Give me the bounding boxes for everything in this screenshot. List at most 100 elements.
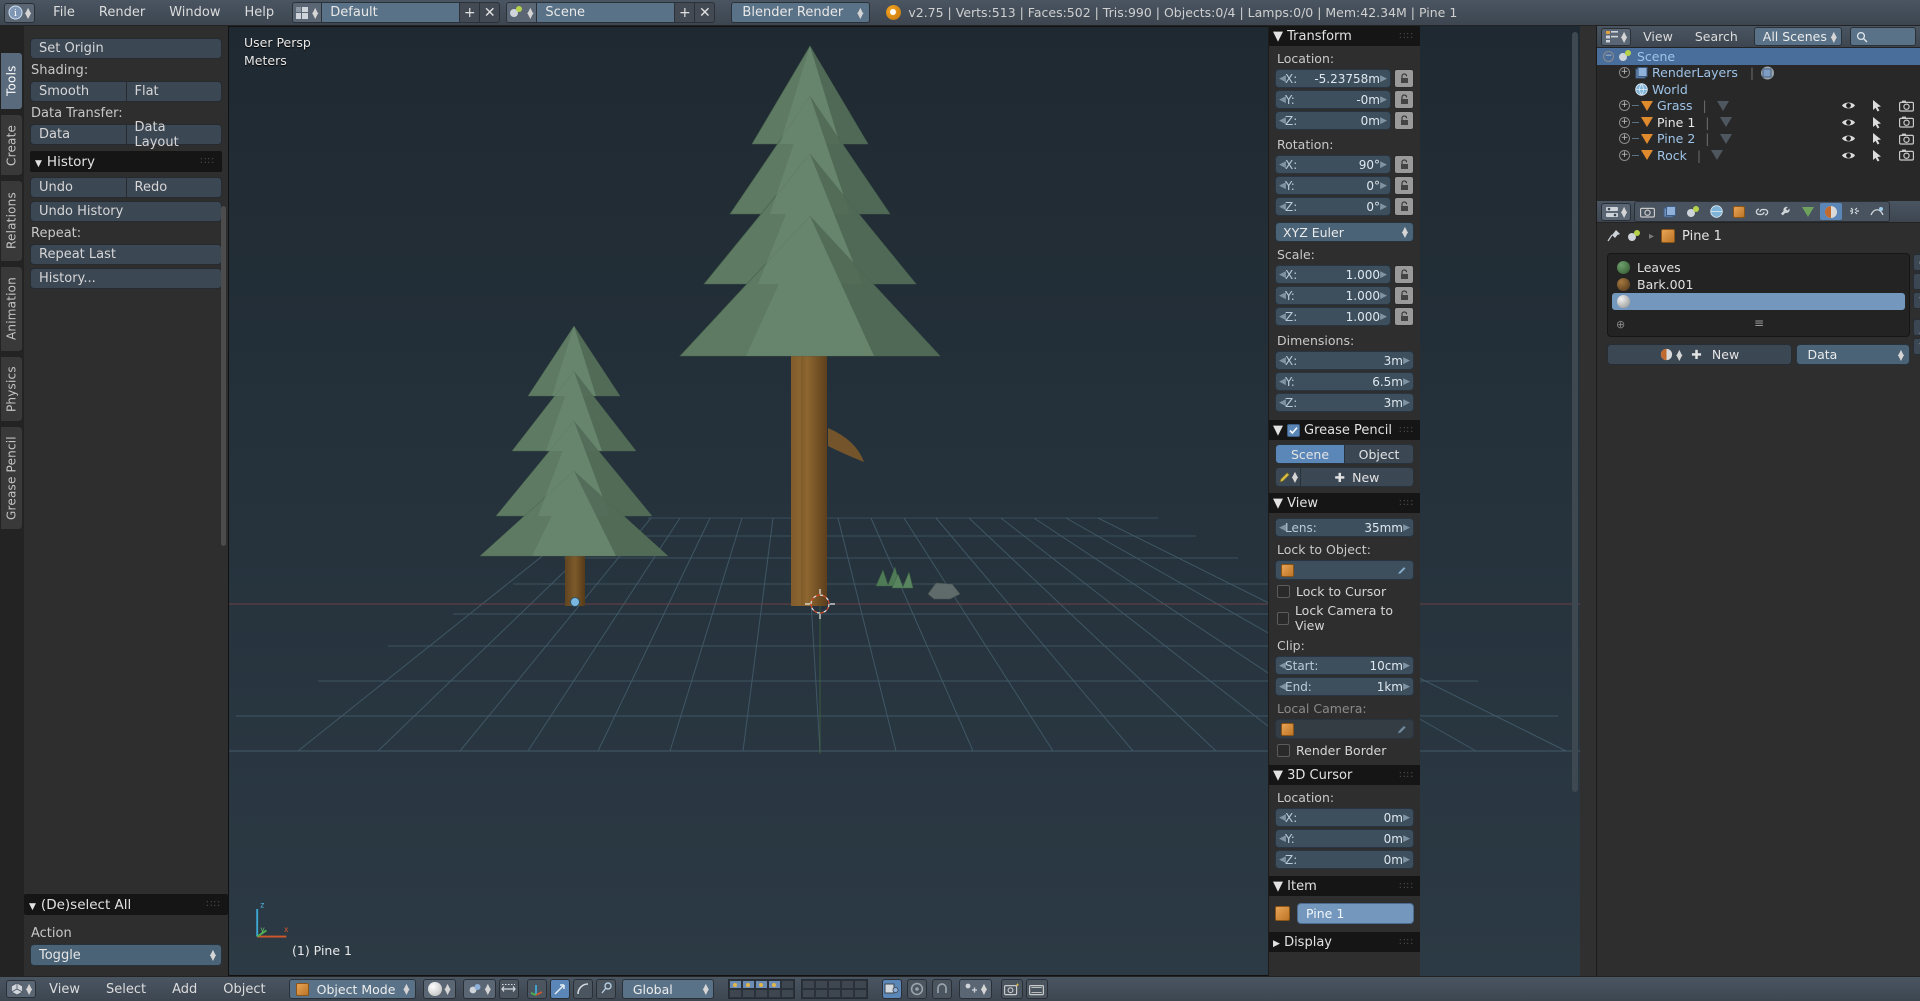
add-slot-small-icon[interactable]: ⊕	[1616, 318, 1625, 331]
increment-arrow-icon[interactable]: ▶	[1380, 160, 1387, 170]
undo-history-button[interactable]: Undo History	[30, 201, 222, 222]
lock-to-cursor-checkbox[interactable]	[1277, 585, 1290, 598]
decrement-arrow-icon[interactable]: ◀	[1279, 523, 1286, 533]
screen-layout-name[interactable]: Default	[322, 2, 461, 23]
layer-13[interactable]	[754, 989, 768, 998]
material-slot-empty[interactable]	[1612, 293, 1905, 310]
layers-group-bottom[interactable]	[800, 979, 868, 999]
tab-object[interactable]	[1728, 203, 1750, 220]
camera-icon[interactable]	[1899, 133, 1914, 145]
viewport-menu-select[interactable]: Select	[93, 980, 159, 999]
interaction-mode-dropdown[interactable]: Object Mode ▲ ▼	[288, 979, 416, 999]
lock-to-cursor-row[interactable]: Lock to Cursor	[1277, 584, 1414, 599]
outliner-row-renderlayers[interactable]: + RenderLayers |	[1597, 65, 1920, 82]
lock-location-y-button[interactable]	[1394, 90, 1414, 109]
snap-element-dropdown[interactable]: ▲ ▼	[958, 979, 993, 999]
expand-icon[interactable]: +	[1619, 133, 1630, 145]
layer-9[interactable]	[840, 980, 854, 989]
cursor-y-field[interactable]: ◀ Y: 0m ▶	[1275, 829, 1414, 848]
move-slot-up-button[interactable]: ▲	[1913, 319, 1920, 336]
render-border-checkbox[interactable]	[1277, 744, 1290, 757]
delete-scene-button[interactable]: ✕	[695, 2, 716, 23]
outliner-display-mode-dropdown[interactable]: All Scenes ▲ ▼	[1753, 27, 1842, 46]
shade-smooth-button[interactable]: Smooth	[30, 81, 127, 102]
eyedropper-icon[interactable]	[1396, 723, 1408, 735]
layer-6[interactable]	[801, 980, 815, 989]
decrement-arrow-icon[interactable]: ◀	[1279, 312, 1286, 322]
rotation-y-field[interactable]: ◀ Y: 0° ▶	[1275, 176, 1391, 195]
expand-icon[interactable]: +	[1619, 100, 1630, 112]
item-panel-header[interactable]: ▼ Item ∷∷	[1269, 876, 1420, 896]
decrement-arrow-icon[interactable]: ◀	[1279, 813, 1286, 823]
resize-grip-icon[interactable]: ≡	[1754, 316, 1764, 330]
outliner-row-scene[interactable]: − Scene	[1597, 48, 1920, 65]
data-layout-button[interactable]: Data Layout	[126, 120, 222, 150]
layer-15[interactable]	[780, 989, 794, 998]
decrement-arrow-icon[interactable]: ◀	[1279, 116, 1286, 126]
lens-field[interactable]: ◀ Lens: 35mm ▶	[1275, 518, 1414, 537]
gp-object-toggle[interactable]: Object	[1345, 444, 1414, 464]
increment-arrow-icon[interactable]: ▶	[1380, 74, 1387, 84]
menu-help[interactable]: Help	[232, 3, 286, 22]
proportional-edit-object-button[interactable]	[881, 979, 902, 999]
tab-constraints[interactable]	[1751, 203, 1773, 220]
layer-8[interactable]	[827, 980, 841, 989]
tab-render-layers[interactable]	[1659, 203, 1681, 220]
redo-button[interactable]: Redo	[126, 177, 222, 198]
pivot-point-dropdown[interactable]: ▲ ▼	[462, 979, 496, 999]
action-dropdown[interactable]: Toggle ▲ ▼	[30, 944, 222, 966]
move-slot-down-button[interactable]: ▼	[1913, 338, 1920, 355]
viewport-region[interactable]: User Persp Meters z y x (1) Pine 1 ▼ Tra…	[228, 26, 1580, 976]
outliner-row-pine-2[interactable]: + Pine 2 |	[1597, 131, 1920, 148]
decrement-arrow-icon[interactable]: ◀	[1279, 834, 1286, 844]
cursor-arrow-icon[interactable]	[1872, 99, 1883, 112]
clip-end-field[interactable]: ◀ End: 1km ▶	[1275, 677, 1414, 696]
outliner-row-world[interactable]: World	[1597, 81, 1920, 98]
manipulator-toggle-button[interactable]	[498, 979, 519, 999]
outliner-search-input[interactable]	[1849, 27, 1916, 46]
outliner-row-grass[interactable]: + Grass |	[1597, 98, 1920, 115]
opengl-render-animation-button[interactable]	[1026, 979, 1049, 999]
lock-scale-y-button[interactable]	[1394, 286, 1414, 305]
add-scene-button[interactable]: +	[675, 2, 696, 23]
expand-icon[interactable]: +	[1619, 149, 1630, 161]
tab-particles[interactable]	[1843, 203, 1865, 220]
decrement-arrow-icon[interactable]: ◀	[1279, 181, 1286, 191]
increment-arrow-icon[interactable]: ▶	[1380, 270, 1387, 280]
decrement-arrow-icon[interactable]: ◀	[1279, 356, 1286, 366]
transform-orientation-dropdown[interactable]: Global ▲ ▼	[621, 979, 714, 999]
gp-browse-button[interactable]: ▲ ▼	[1275, 467, 1301, 487]
menu-render[interactable]: Render	[87, 3, 157, 22]
cursor-z-field[interactable]: ◀ Z: 0m ▶	[1275, 850, 1414, 869]
screen-layout-browse-button[interactable]: ▲ ▼	[292, 2, 323, 23]
decrement-arrow-icon[interactable]: ◀	[1279, 682, 1286, 692]
increment-arrow-icon[interactable]: ▶	[1403, 682, 1410, 692]
undo-button[interactable]: Undo	[30, 177, 127, 198]
outliner-menu-search[interactable]: Search	[1685, 27, 1748, 46]
lock-location-x-button[interactable]	[1394, 69, 1414, 88]
material-specials-button[interactable]: ▼	[1913, 292, 1920, 309]
eye-icon[interactable]	[1841, 100, 1856, 111]
rotation-z-field[interactable]: ◀ Z: 0° ▶	[1275, 197, 1391, 216]
mesh-data-icon[interactable]	[1719, 133, 1732, 144]
lock-camera-to-view-checkbox[interactable]	[1277, 611, 1289, 625]
eye-icon[interactable]	[1841, 150, 1856, 161]
decrement-arrow-icon[interactable]: ◀	[1279, 377, 1286, 387]
renderlayer-data-icon[interactable]	[1760, 66, 1775, 80]
location-x-field[interactable]: ◀ X: -5.23758m ▶	[1275, 69, 1391, 88]
layer-2[interactable]	[741, 980, 755, 989]
layer-10[interactable]	[853, 980, 867, 989]
layers-group-top[interactable]	[727, 979, 795, 999]
material-link-dropdown[interactable]: Data ▲ ▼	[1796, 344, 1910, 365]
tab-physics[interactable]	[1866, 203, 1888, 220]
lock-rotation-x-button[interactable]	[1394, 155, 1414, 174]
pin-icon[interactable]	[1607, 229, 1621, 243]
mesh-data-icon[interactable]	[1716, 100, 1729, 111]
editor-type-selector[interactable]: i ▲ ▼	[4, 2, 36, 23]
lock-camera-to-view-row[interactable]: Lock Camera to View	[1277, 603, 1414, 633]
increment-arrow-icon[interactable]: ▶	[1380, 181, 1387, 191]
expand-icon[interactable]: +	[1619, 116, 1630, 128]
menu-file[interactable]: File	[41, 3, 87, 22]
material-slot-leaves[interactable]: Leaves	[1612, 259, 1905, 276]
viewport-menu-view[interactable]: View	[36, 980, 93, 999]
